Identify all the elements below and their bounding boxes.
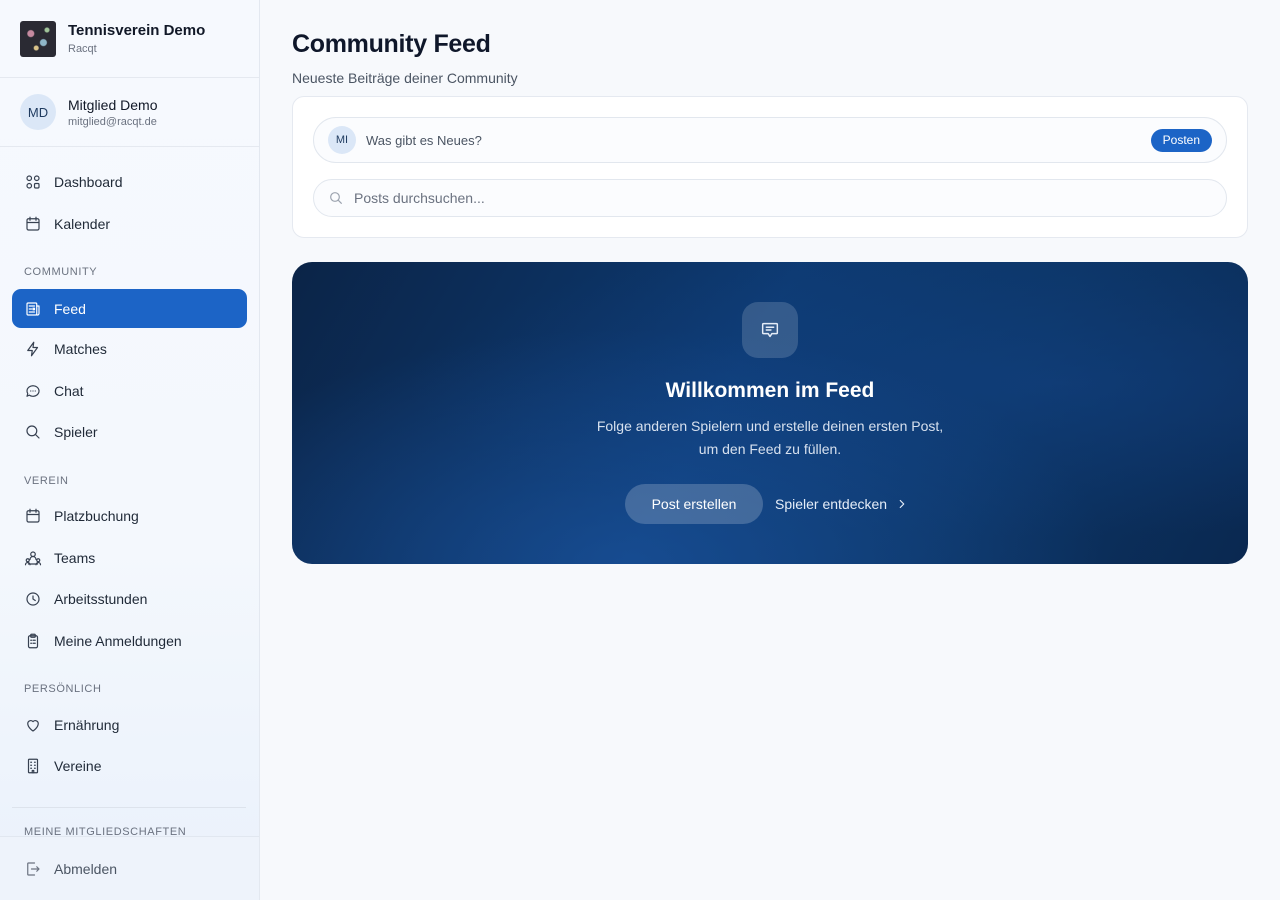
page-subtitle: Neueste Beiträge deiner Community [292,70,518,86]
club-logo [20,20,56,57]
sidebar-item-label: Feed [54,300,86,317]
brand-name: Tennisverein Demo [68,22,206,39]
composer-card: MI Was gibt es Neues? Posten [292,96,1248,238]
search-bar[interactable] [313,179,1227,217]
logout-button[interactable]: Abmelden [0,836,259,900]
welcome-text: Folge anderen Spielern und erstelle dein… [570,415,970,461]
users-icon [24,551,42,566]
sidebar-item-nutrition[interactable]: Ernährung [12,706,247,744]
brand-subtitle: Racqt [68,43,97,55]
welcome-text-line: Folge anderen Spielern und erstelle dein… [596,418,944,434]
avatar: MI [328,126,356,154]
sidebar-item-label: Kalender [54,216,111,232]
sidebar-item-court-booking[interactable]: Platzbuchung [12,497,247,535]
sidebar-item-dashboard[interactable]: Dashboard [12,163,247,201]
sidebar-item-calendar[interactable]: Kalender [12,205,247,243]
lightning-icon [27,341,39,357]
sidebar-item-label: Chat [54,383,84,399]
user-name: Mitglied Demo [68,96,158,113]
sidebar-item-teams[interactable]: Teams [12,539,247,577]
brand[interactable]: Tennisverein Demo Racqt [0,0,259,78]
clipboard-icon [27,633,39,649]
logout-icon [27,861,40,876]
nav-divider [12,807,246,808]
discover-players-label: Spieler entdecken [775,496,888,512]
sidebar-item-chat[interactable]: Chat [12,372,247,410]
search-icon [330,192,342,204]
search-icon [26,425,40,439]
welcome-banner: Willkommen im Feed Folge anderen Spieler… [292,262,1248,564]
sidebar-item-label: Platzbuchung [54,508,139,524]
welcome-title: Willkommen im Feed [665,379,875,402]
user-profile[interactable]: MD Mitglied Demo mitglied@racqt.de [0,78,259,147]
sidebar-item-label: Spieler [54,424,98,440]
message-icon [742,302,798,358]
heart-icon [27,720,39,732]
section-personal: PERSÖNLICH [24,683,102,695]
grid-icon [26,175,40,189]
chevron-right-icon [899,499,905,509]
sidebar-item-label: Dashboard [54,174,123,190]
sidebar-item-matches[interactable]: Matches [12,330,247,368]
welcome-text-line: um den Feed zu füllen. [698,441,842,457]
calendar-icon [26,216,40,231]
sidebar-item-feed[interactable]: Feed [12,289,247,328]
building-icon [27,758,39,774]
avatar: MD [20,94,56,130]
section-club: VEREIN [24,475,69,487]
clock-icon [26,592,40,606]
section-community: COMMUNITY [24,266,98,278]
page-title: Community Feed [292,30,491,58]
logout-label: Abmelden [54,860,118,877]
post-button[interactable]: Posten [1150,128,1212,152]
sidebar-item-label: Meine Anmeldungen [54,633,182,649]
sidebar-item-work-hours[interactable]: Arbeitsstunden [12,580,247,618]
search-input[interactable] [354,190,1174,206]
chat-bubble-icon [26,385,40,397]
sidebar-item-label: Arbeitsstunden [54,591,148,607]
discover-players-link[interactable]: Spieler entdecken [775,484,909,524]
sidebar-item-players[interactable]: Spieler [12,413,247,451]
sidebar-item-label: Ernährung [54,717,120,733]
sidebar-item-label: Teams [54,550,96,566]
sidebar-item-registrations[interactable]: Meine Anmeldungen [12,622,247,660]
sidebar: Tennisverein Demo Racqt MD Mitglied Demo… [0,0,260,900]
newspaper-icon [26,301,40,316]
sidebar-item-label: Vereine [54,758,102,774]
post-composer[interactable]: MI Was gibt es Neues? Posten [313,117,1227,163]
sidebar-item-label: Matches [54,341,107,357]
user-email: mitglied@racqt.de [68,115,157,128]
calendar-icon [26,508,40,523]
composer-placeholder[interactable]: Was gibt es Neues? [366,133,1151,148]
sidebar-item-clubs[interactable]: Vereine [12,747,247,785]
create-post-button[interactable]: Post erstellen [625,484,763,524]
